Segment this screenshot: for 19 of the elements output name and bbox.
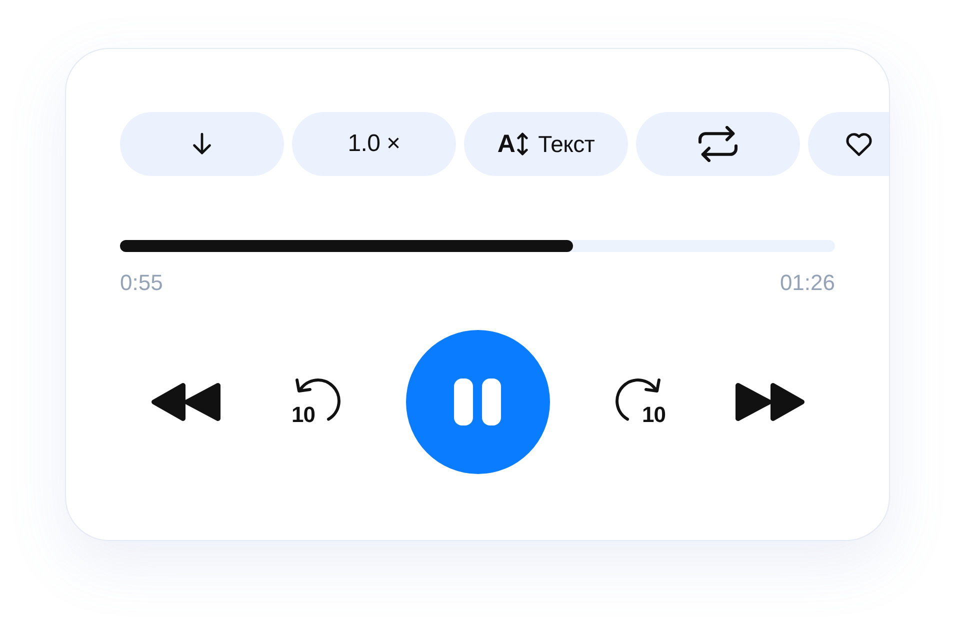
total-duration: 01:26 xyxy=(780,272,835,294)
skip-forward-button[interactable]: 10 xyxy=(614,374,670,430)
rewind-button[interactable] xyxy=(150,381,222,423)
pause-icon xyxy=(454,378,502,426)
repeat-icon xyxy=(697,126,739,162)
elapsed-time: 0:55 xyxy=(120,272,163,294)
up-down-arrow-icon xyxy=(517,132,528,156)
fast-forward-button[interactable] xyxy=(734,381,806,423)
fast-forward-icon xyxy=(734,381,806,423)
text-size-label: Текст xyxy=(538,132,595,156)
rewind-icon xyxy=(150,381,222,423)
heart-icon xyxy=(845,132,873,156)
speed-button[interactable]: 1.0 × xyxy=(292,112,456,176)
favorite-button[interactable] xyxy=(808,112,889,176)
down-arrow-icon xyxy=(192,132,212,156)
text-size-letter: A xyxy=(497,132,516,156)
skip-back-button[interactable]: 10 xyxy=(286,374,342,430)
text-size-button[interactable]: A Текст xyxy=(464,112,628,176)
progress-track[interactable] xyxy=(120,240,835,252)
